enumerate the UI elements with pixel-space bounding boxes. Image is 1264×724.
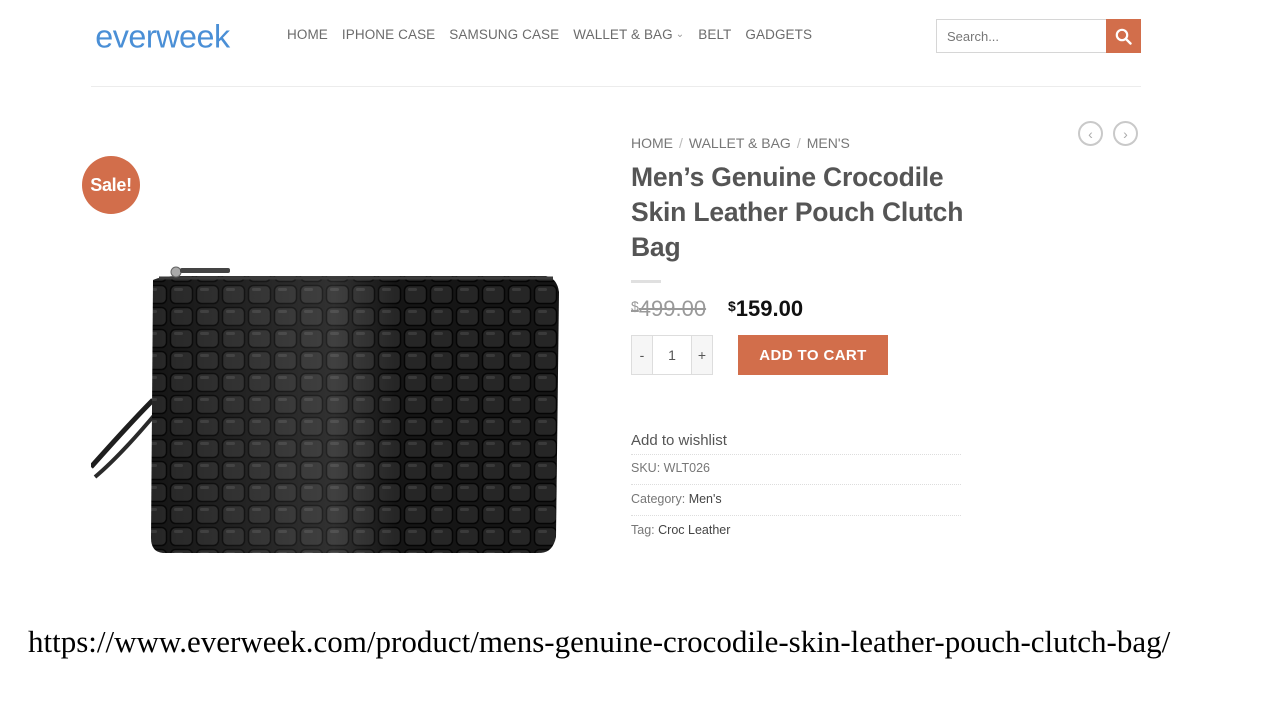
- meta-divider: [631, 515, 961, 516]
- nav-wallet-bag-label: WALLET & BAG: [573, 27, 673, 42]
- breadcrumb: HOME / WALLET & BAG / MEN'S: [631, 135, 850, 151]
- nav-belt-label: BELT: [698, 27, 732, 42]
- currency-symbol: $: [631, 298, 639, 314]
- nav-gadgets-label: GADGETS: [745, 27, 813, 42]
- search-input[interactable]: [936, 19, 1106, 53]
- tag-label: Tag:: [631, 523, 655, 537]
- search-form: [936, 19, 1141, 53]
- sku-label: SKU:: [631, 461, 661, 475]
- chevron-right-icon: ›: [1123, 125, 1128, 142]
- original-price: $499.00: [631, 296, 706, 322]
- quantity-stepper: - +: [631, 335, 713, 375]
- breadcrumb-wallet-bag[interactable]: WALLET & BAG: [689, 135, 791, 151]
- breadcrumb-home[interactable]: HOME: [631, 135, 673, 151]
- everweek-logo[interactable]: everweek: [91, 18, 261, 56]
- next-product-button[interactable]: ›: [1113, 121, 1138, 146]
- product-title: Men’s Genuine Crocodile Skin Leather Pou…: [631, 162, 964, 262]
- meta-divider: [631, 454, 961, 455]
- prev-product-button[interactable]: ‹: [1078, 121, 1103, 146]
- nav-samsung-case-label: SAMSUNG CASE: [449, 27, 560, 42]
- sku-value: WLT026: [663, 461, 710, 475]
- search-button[interactable]: [1106, 19, 1141, 53]
- main-nav: HOME IPHONE CASE SAMSUNG CASE WALLET & B…: [287, 27, 812, 42]
- qty-minus-button[interactable]: -: [631, 335, 653, 375]
- logo-text: everweek: [95, 18, 231, 54]
- nav-gadgets[interactable]: GADGETS: [745, 27, 812, 42]
- category-label: Category:: [631, 492, 686, 506]
- nav-iphone-case-label: IPHONE CASE: [341, 27, 436, 42]
- product-image[interactable]: [91, 262, 571, 562]
- product-tag: Tag: Croc Leather: [631, 523, 730, 537]
- qty-plus-button[interactable]: +: [691, 335, 713, 375]
- breadcrumb-separator: /: [679, 135, 683, 151]
- category-link[interactable]: Men's: [689, 492, 722, 506]
- tag-link[interactable]: Croc Leather: [658, 523, 730, 537]
- chevron-left-icon: ‹: [1088, 125, 1093, 142]
- breadcrumb-separator: /: [796, 135, 801, 151]
- product-sku: SKU: WLT026: [631, 461, 710, 475]
- nav-home[interactable]: HOME: [287, 27, 328, 42]
- title-divider: [631, 280, 661, 283]
- breadcrumb-mens[interactable]: MEN'S: [807, 135, 850, 151]
- sale-price-value: 159.00: [735, 296, 804, 321]
- sale-badge: Sale!: [82, 156, 140, 214]
- nav-wallet-bag[interactable]: WALLET & BAG ⌄: [573, 27, 684, 42]
- product-category: Category: Men's: [631, 492, 722, 506]
- add-to-cart-button[interactable]: ADD TO CART: [738, 335, 888, 375]
- quantity-input[interactable]: [653, 335, 691, 375]
- nav-samsung-case[interactable]: SAMSUNG CASE: [449, 27, 559, 42]
- chevron-down-icon: ⌄: [675, 29, 685, 40]
- search-icon: [1115, 28, 1132, 45]
- nav-belt[interactable]: BELT: [698, 27, 731, 42]
- meta-divider: [631, 484, 961, 485]
- original-price-value: 499.00: [638, 296, 707, 321]
- currency-symbol: $: [728, 298, 736, 314]
- header-divider: [91, 86, 1141, 87]
- add-to-wishlist-link[interactable]: Add to wishlist: [631, 432, 727, 449]
- nav-iphone-case[interactable]: IPHONE CASE: [342, 27, 435, 42]
- nav-home-label: HOME: [287, 27, 328, 42]
- sale-price: $159.00: [728, 296, 803, 322]
- page-url-caption: https://www.everweek.com/product/mens-ge…: [28, 624, 1171, 659]
